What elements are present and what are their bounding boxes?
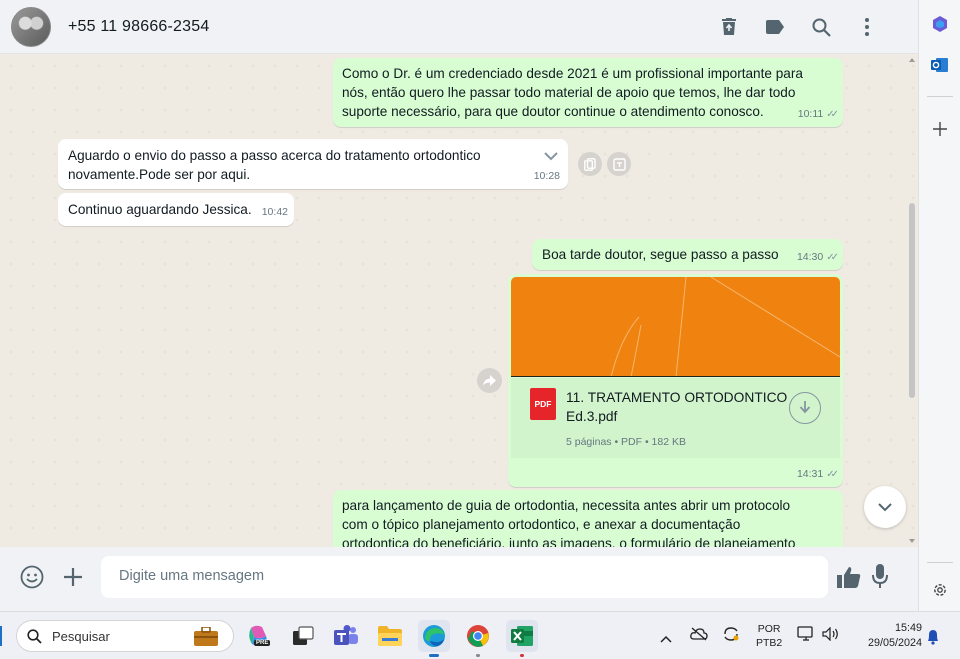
excel-icon[interactable]: [506, 620, 538, 657]
add-app-icon[interactable]: [933, 122, 947, 141]
menu-dots-icon[interactable]: [844, 15, 890, 39]
message-text-line: suporte necessário, para que doutor cont…: [342, 104, 764, 119]
onedrive-offline-icon[interactable]: [690, 627, 708, 646]
message-incoming[interactable]: Continuo aguardando Jessica. 10:42: [58, 193, 294, 226]
chat-header: +55 11 98666-2354: [0, 0, 918, 54]
contact-avatar[interactable]: [11, 6, 51, 47]
message-time: 14:31: [796, 468, 824, 480]
search-label: Pesquisar: [52, 629, 110, 644]
divider: [927, 96, 953, 97]
double-check-icon: ✓✓: [826, 469, 839, 480]
message-text-line: para lançamento de guia de ortodontia, n…: [342, 498, 791, 513]
copy-icon[interactable]: [578, 152, 602, 176]
message-text-line: novamente.Pode ser por aqui.: [68, 167, 251, 182]
scrollbar-thumb[interactable]: [909, 203, 915, 398]
edge-browser-icon[interactable]: [418, 620, 450, 657]
network-display-icon[interactable]: [797, 626, 815, 647]
copilot-icon[interactable]: [931, 15, 949, 33]
contact-name[interactable]: +55 11 98666-2354: [68, 18, 209, 36]
scroll-down-arrow[interactable]: [909, 539, 915, 543]
thumbs-up-icon[interactable]: [837, 566, 861, 593]
volume-icon[interactable]: [822, 626, 840, 646]
teams-icon[interactable]: [330, 620, 362, 652]
emoji-icon[interactable]: [20, 565, 44, 594]
copilot-badge: PRE: [254, 640, 271, 646]
taskbar-search-box[interactable]: Pesquisar: [16, 620, 234, 652]
message-text-line: Como o Dr. é um credenciado desde 2021 é…: [342, 66, 803, 81]
windows-taskbar: Pesquisar PRE POR PTB2 15:49 29/05/2024: [0, 611, 960, 659]
message-text-line: Aguardo o envio do passo a passo acerca …: [68, 148, 481, 163]
file-name: 11. TRATAMENTO ORTODONTICO: [566, 390, 788, 405]
message-list[interactable]: Como o Dr. é um credenciado desde 2021 é…: [0, 55, 918, 547]
compose-bar: Digite uma mensagem: [0, 547, 918, 611]
message-text-line: ortodontica do beneficiário, junto as im…: [342, 536, 796, 547]
delete-icon[interactable]: [706, 15, 752, 39]
attach-plus-icon[interactable]: [63, 567, 83, 592]
message-outgoing[interactable]: Como o Dr. é um credenciado desde 2021 é…: [333, 58, 843, 127]
message-time: 14:30: [796, 251, 824, 263]
notification-bell-icon[interactable]: [926, 629, 940, 650]
double-check-icon: ✓✓: [826, 252, 839, 263]
translate-icon[interactable]: [607, 152, 631, 176]
message-document[interactable]: PDF 11. TRATAMENTO ORTODONTICO Ed.3.pdf …: [508, 274, 843, 487]
chevron-down-icon: [878, 502, 892, 511]
pdf-file-icon: PDF: [530, 388, 556, 420]
document-info[interactable]: PDF 11. TRATAMENTO ORTODONTICO Ed.3.pdf …: [511, 378, 840, 458]
running-app-indicator: [520, 654, 524, 657]
task-view-icon[interactable]: [287, 620, 319, 652]
forward-icon[interactable]: [477, 368, 502, 393]
briefcase-icon: [193, 626, 219, 646]
scroll-up-arrow[interactable]: [909, 58, 915, 62]
scrollbar[interactable]: [908, 58, 916, 543]
message-text-line: Continuo aguardando Jessica.: [68, 202, 252, 217]
double-check-icon: ✓✓: [826, 109, 839, 120]
file-meta: 5 páginas • PDF • 182 KB: [566, 436, 687, 448]
message-time: 10:42: [261, 206, 288, 218]
message-outgoing[interactable]: Boa tarde doutor, segue passo a passo 14…: [532, 239, 843, 270]
active-app-indicator: [429, 654, 439, 657]
outlook-icon[interactable]: [931, 56, 949, 74]
input-language[interactable]: POR PTB2: [756, 622, 782, 650]
label-tag-icon[interactable]: [752, 15, 798, 39]
show-hidden-icons-chevron[interactable]: [660, 630, 672, 648]
divider: [927, 562, 953, 563]
clock[interactable]: 15:49 29/05/2024: [848, 621, 922, 651]
side-panel: [918, 0, 960, 611]
preview-decoration: [610, 277, 840, 376]
message-outgoing[interactable]: para lançamento de guia de ortodontia, n…: [333, 490, 843, 547]
copilot-taskbar-icon[interactable]: PRE: [243, 620, 275, 652]
whatsapp-window: +55 11 98666-2354 Como o Dr. é um creden…: [0, 0, 918, 611]
message-input[interactable]: Digite uma mensagem: [101, 556, 828, 598]
chevron-down-icon[interactable]: [544, 147, 558, 166]
message-time: 10:11: [797, 108, 824, 120]
download-button[interactable]: [789, 392, 821, 424]
file-name: Ed.3.pdf: [566, 409, 618, 424]
message-text-line: nós, então quero lhe passar todo materia…: [342, 85, 796, 100]
keyboard-layout: PTB2: [756, 637, 783, 649]
message-time: 10:28: [533, 170, 560, 182]
settings-gear-icon[interactable]: [932, 582, 948, 603]
clock-date: 29/05/2024: [867, 637, 922, 649]
microphone-icon[interactable]: [872, 564, 888, 593]
download-icon: [799, 401, 811, 414]
search-icon: [27, 629, 42, 644]
running-app-indicator: [476, 654, 480, 657]
taskbar-edge-indicator: [0, 626, 2, 646]
message-text-line: Boa tarde doutor, segue passo a passo: [542, 247, 779, 262]
message-incoming[interactable]: Aguardo o envio do passo a passo acerca …: [58, 139, 568, 189]
chrome-browser-icon[interactable]: [462, 620, 494, 657]
document-preview[interactable]: [511, 277, 840, 377]
file-explorer-icon[interactable]: [374, 620, 406, 652]
language-code: POR: [757, 623, 781, 635]
scroll-to-bottom-button[interactable]: [864, 486, 906, 528]
search-icon[interactable]: [798, 15, 844, 39]
sync-icon[interactable]: [722, 626, 740, 647]
message-text-line: com o tópico planejamento ortodontico, e…: [342, 517, 741, 532]
pdf-icon-label: PDF: [534, 398, 552, 409]
clock-time: 15:49: [894, 622, 922, 634]
